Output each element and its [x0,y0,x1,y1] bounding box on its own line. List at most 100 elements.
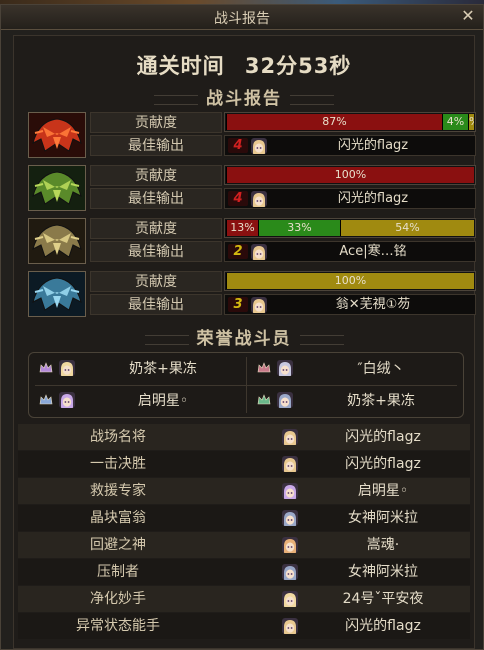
contribution-segment: % [468,114,474,130]
award-title: 异常状态能手 [76,618,160,634]
best-output: 4 闪光的flagz [224,188,476,209]
honor-member[interactable]: 奶茶+果冻 [29,354,241,384]
contribution-segment: 13% [226,220,258,236]
avatar [277,360,293,376]
honor-member-name: 启明星◦ [137,393,189,409]
award-winner: 嵩魂· [366,537,400,553]
award-title: 战场名将 [90,429,146,445]
award-title: 净化妙手 [90,591,146,607]
award-winner: 女神阿米拉 [348,564,418,580]
honor-member[interactable]: 启明星◦ [29,386,241,416]
avatar [251,191,267,207]
window-title: 战斗报告 [214,11,270,27]
blue-crest-icon [28,271,86,317]
crown-icon [257,394,271,405]
award-title: 一击决胜 [90,456,146,472]
award-list: 战场名将 闪光的flagz 一击决胜 闪光的flagz 救援专家 启明星◦ 晶块富翁 女神阿米… [18,424,470,640]
best-output-name: 翁✕芜視①芴 [335,297,411,312]
avatar [282,483,298,499]
award-winner: 女神阿米拉 [348,510,418,526]
title-bar[interactable]: 战斗报告 ✕ [1,5,483,30]
battle-report-heading: 战斗报告 [14,84,474,109]
battle-report-window: 战斗报告 ✕ 通关时间 32分53秒 战斗报告 贡献度最佳输出87%4%%4闪光… [0,4,484,650]
award-winner: 闪光的flagz [345,618,421,634]
best-output-name: Ace|寒…铭 [339,244,407,259]
team-row: 贡献度 最佳输出 100% 3 翁✕芜視①芴 [28,271,476,317]
contribution-label: 贡献度 [90,218,222,239]
contribution-label: 贡献度 [90,165,222,186]
rank-badge: 4 [228,138,248,153]
contribution-bar: 100% [224,165,476,185]
honor-member-name: 奶茶+果冻 [129,361,197,377]
honor-heading-text: 荣誉战斗员 [196,329,292,349]
contribution-segment: 4% [442,114,468,130]
team-row: 贡献度 最佳输出 100% 4 闪光的flagz [28,165,476,211]
contribution-bar: 13% 33% 54% [224,218,476,238]
contribution-segment: 33% [258,220,340,236]
avatar [59,392,75,408]
avatar [251,244,267,260]
best-output-label: 最佳输出 [90,241,222,262]
honor-members: 奶茶+果冻 ″白绒丶启明星◦ 奶茶+果冻 [28,352,464,418]
best-output-label: 最佳输出 [90,294,222,315]
award-winner: 24号ˇ平安夜 [342,591,424,607]
team-row: 贡献度最佳输出87%4%% 4 闪光的flagz [28,112,476,158]
award-row: 战场名将 闪光的flagz [18,424,470,450]
crown-icon [39,362,53,373]
award-title: 救援专家 [90,483,146,499]
gold-crest-icon [28,218,86,264]
clear-time: 通关时间 32分53秒 [14,50,474,80]
award-title: 回避之神 [90,537,146,553]
crown-icon [39,394,53,405]
honor-member-name: ″白绒丶 [357,361,405,377]
report-panel: 通关时间 32分53秒 战斗报告 贡献度最佳输出87%4%%4闪光的flagz贡… [13,35,476,649]
contribution-label: 贡献度 [90,271,222,292]
award-row: 救援专家 启明星◦ [18,478,470,504]
avatar [282,618,298,634]
contribution-segment: 100% [226,167,474,183]
rank-badge: 4 [228,191,248,206]
best-output: 4 闪光的flagz [224,135,476,156]
avatar [282,510,298,526]
contribution-label: 贡献度 [90,112,222,133]
contribution-bar: 87%4%% [224,112,476,132]
best-output-label: 最佳输出 [90,188,222,209]
rank-badge: 3 [228,297,248,312]
close-icon[interactable]: ✕ [459,7,477,25]
best-output-name: 闪光的flagz [337,138,409,153]
award-winner: 启明星◦ [357,483,409,499]
ornament-right [299,334,344,345]
rank-badge: 2 [228,244,248,259]
award-row: 净化妙手 24号ˇ平安夜 [18,586,470,612]
clear-time-value: 32分53秒 [244,54,352,78]
avatar [282,591,298,607]
avatar [282,429,298,445]
best-output: 2 Ace|寒…铭 [224,241,476,262]
contribution-segment: 100% [226,273,474,289]
honor-member[interactable]: ″白绒丶 [247,354,459,384]
contribution-segment: 87% [226,114,442,130]
award-row: 回避之神 嵩魂· [18,532,470,558]
ornament-left [154,94,198,105]
best-output-name: 闪光的flagz [337,191,409,206]
award-title: 晶块富翁 [90,510,146,526]
clear-time-label: 通关时间 [136,54,225,78]
avatar [277,392,293,408]
honor-member[interactable]: 奶茶+果冻 [247,386,459,416]
avatar [59,360,75,376]
avatar [251,138,267,154]
crown-icon [257,362,271,373]
award-winner: 闪光的flagz [345,456,421,472]
ornament-left [144,334,189,345]
avatar [282,564,298,580]
award-row: 压制者 女神阿米拉 [18,559,470,585]
award-row: 一击决胜 闪光的flagz [18,451,470,477]
best-output: 3 翁✕芜視①芴 [224,294,476,315]
team-row: 贡献度 最佳输出 13% 33% 54% 2 Ace|寒…铭 [28,218,476,264]
honor-heading: 荣誉战斗员 [14,324,474,349]
best-output-label: 最佳输出 [90,135,222,156]
contribution-segment: 54% [340,220,474,236]
avatar [282,456,298,472]
red-crest-icon [28,112,86,158]
battle-report-heading-text: 战斗报告 [206,89,282,109]
